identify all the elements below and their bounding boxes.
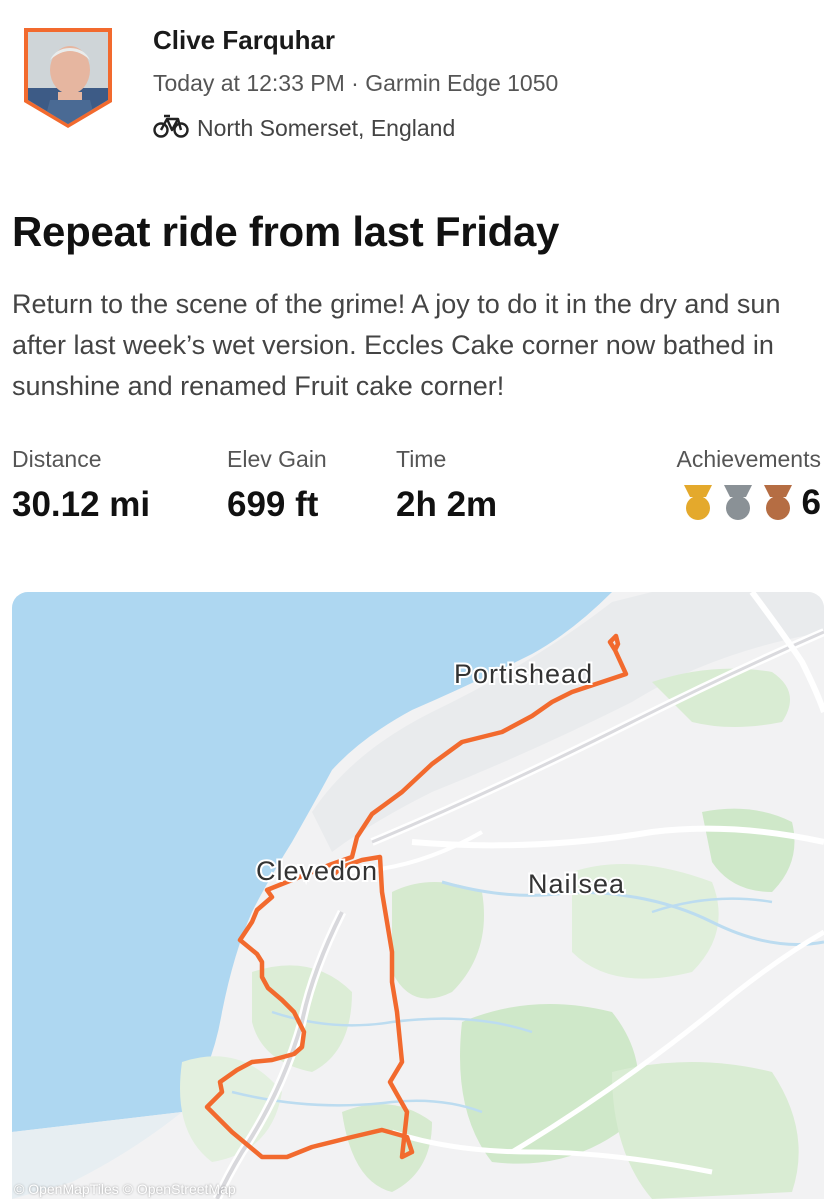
activity-title[interactable]: Repeat ride from last Friday [12,208,559,256]
achievements-count: 6 [801,483,821,522]
map-attribution[interactable]: © OpenMapTiles © OpenStreetMap [14,1181,236,1197]
activity-location: North Somerset, England [197,115,456,141]
activity-description: Return to the scene of the grime! A joy … [12,289,781,401]
route-map[interactable]: Portishead Clevedon Nailsea © OpenMapTil… [12,592,824,1199]
medals-icon [683,485,792,520]
stat-distance: Distance 30.12 mi [12,446,150,525]
stat-elev-gain-label: Elev Gain [227,446,327,472]
gold-medal-icon [683,485,712,520]
stat-achievements[interactable]: Achievements 6 [677,446,821,523]
stat-time: Time 2h 2m [396,446,497,525]
bronze-medal-icon [763,485,792,520]
avatar[interactable] [22,26,114,130]
stat-distance-value: 30.12 mi [12,485,151,524]
place-label-clevedon: Clevedon [256,856,378,886]
activity-location-row: North Somerset, England [153,113,455,144]
place-label-portishead: Portishead [454,659,593,689]
stat-time-label: Time [396,446,447,472]
stat-time-value: 2h 2m [396,485,498,524]
place-label-nailsea: Nailsea [528,869,625,899]
stat-distance-label: Distance [12,446,102,472]
silver-medal-icon [723,485,752,520]
stat-achievements-label: Achievements [676,446,821,472]
activity-meta: Today at 12:33 PM · Garmin Edge 1050 [153,70,559,96]
bike-icon [153,113,189,144]
stat-elev-gain: Elev Gain 699 ft [227,446,327,525]
stat-elev-gain-value: 699 ft [227,485,319,524]
athlete-name[interactable]: Clive Farquhar [153,25,335,56]
